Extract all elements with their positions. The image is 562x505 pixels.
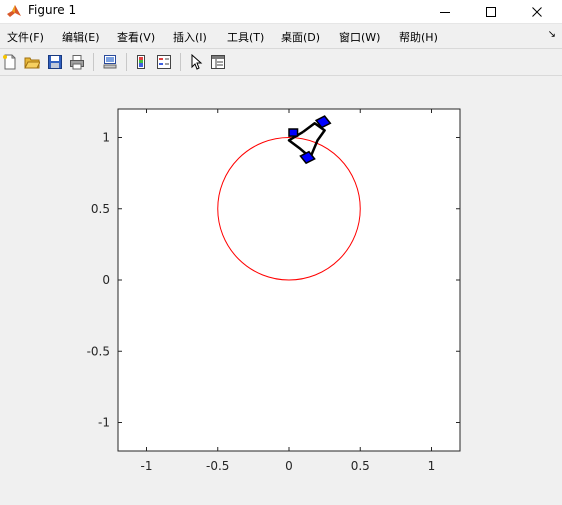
- matlab-logo-icon: [7, 5, 21, 17]
- insert-colorbar-icon: [137, 55, 145, 69]
- print-icon: [70, 55, 84, 70]
- close-icon: [532, 7, 542, 17]
- title-bar: Figure 1: [0, 0, 562, 24]
- x-tick-label: 0: [285, 459, 293, 473]
- y-tick-label: -1: [98, 416, 110, 430]
- x-tick-label: -0.5: [206, 459, 229, 473]
- menu-edit[interactable]: 编辑(E): [62, 29, 100, 45]
- menu-help[interactable]: 帮助(H): [399, 29, 438, 45]
- y-tick-label: 1: [102, 131, 110, 145]
- maximize-button[interactable]: [468, 0, 514, 24]
- edit-plot-arrow-icon: [191, 54, 203, 70]
- link-plot-button[interactable]: [101, 53, 119, 71]
- property-inspector-button[interactable]: [209, 53, 227, 71]
- x-tick-label: 0.5: [351, 459, 370, 473]
- toolbar-separator: [126, 53, 127, 71]
- link-plot-icon: [103, 55, 117, 69]
- save-icon: [48, 55, 62, 69]
- x-tick-label: 1: [428, 459, 436, 473]
- plot-canvas[interactable]: -1 -0.5 0 0.5 1 -1 -0.5 0 0.5 1: [0, 76, 562, 501]
- minimize-button[interactable]: [422, 0, 468, 24]
- open-file-button[interactable]: [23, 53, 41, 71]
- edit-plot-button[interactable]: [187, 53, 205, 71]
- window-title: Figure 1: [28, 3, 77, 17]
- menu-bar: 文件(F) 编辑(E) 查看(V) 插入(I) 工具(T) 桌面(D) 窗口(W…: [0, 24, 562, 48]
- insert-colorbar-button[interactable]: [132, 53, 150, 71]
- menu-view[interactable]: 查看(V): [117, 29, 155, 45]
- print-button[interactable]: [68, 53, 86, 71]
- x-tick-label: -1: [141, 459, 153, 473]
- maximize-icon: [486, 7, 496, 17]
- insert-legend-button[interactable]: [155, 53, 173, 71]
- menu-overflow-icon[interactable]: ↘: [548, 29, 556, 40]
- menu-file[interactable]: 文件(F): [7, 29, 44, 45]
- menu-desktop[interactable]: 桌面(D): [281, 29, 320, 45]
- open-file-icon: [24, 57, 40, 69]
- y-tick-label: 0.5: [91, 202, 110, 216]
- menu-window[interactable]: 窗口(W): [339, 29, 380, 45]
- y-tick-label: 0: [102, 273, 110, 287]
- y-tick-label: -0.5: [87, 344, 110, 358]
- toolbar-separator: [180, 53, 181, 71]
- toolbar: [0, 48, 562, 76]
- menu-insert[interactable]: 插入(I): [173, 29, 207, 45]
- property-inspector-icon: [211, 55, 225, 69]
- minimize-icon: [440, 12, 450, 13]
- save-button[interactable]: [46, 53, 64, 71]
- robot-wheel-2: [288, 128, 299, 137]
- insert-legend-icon: [157, 55, 171, 69]
- figure-area: -1 -0.5 0 0.5 1 -1 -0.5 0 0.5 1: [0, 76, 562, 501]
- toolbar-separator: [93, 53, 94, 71]
- new-figure-icon: [3, 54, 16, 70]
- new-figure-button[interactable]: [1, 53, 19, 71]
- menu-tools[interactable]: 工具(T): [227, 29, 264, 45]
- close-button[interactable]: [514, 0, 560, 24]
